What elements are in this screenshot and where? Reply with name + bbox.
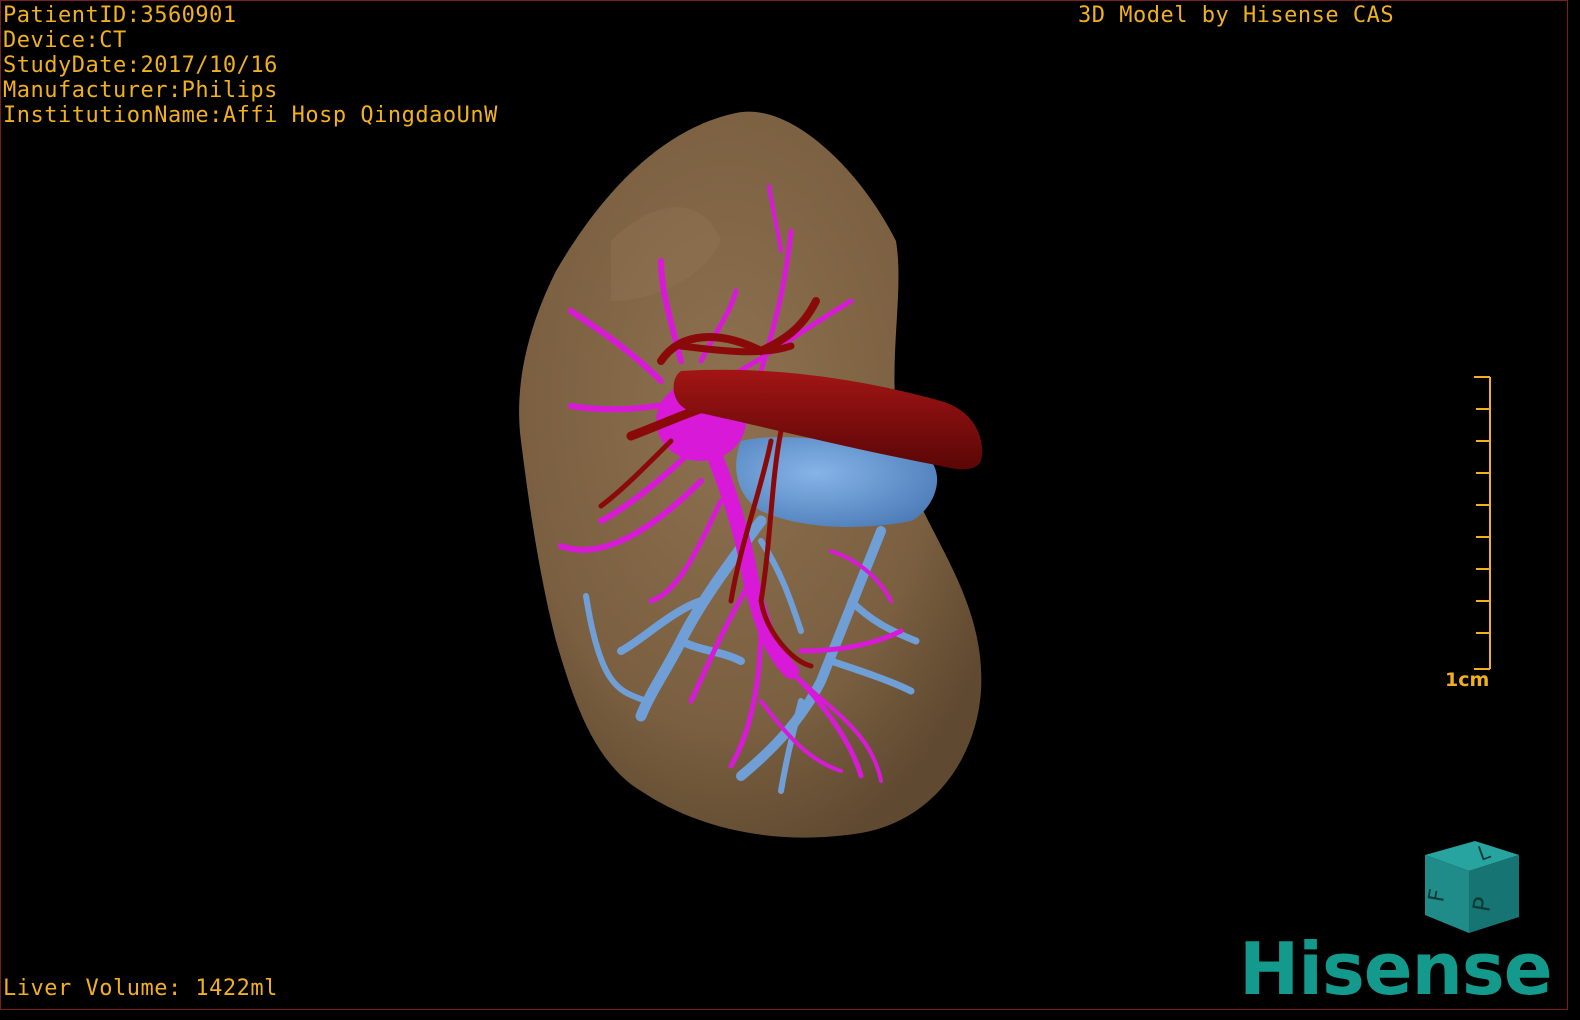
institution-name: InstitutionName:Affi Hosp QingdaoUnW bbox=[3, 103, 498, 128]
liver-volume: Liver Volume: 1422ml bbox=[3, 976, 278, 1001]
liver-3d-model[interactable] bbox=[1, 1, 1568, 1010]
scale-bar-icon bbox=[1474, 376, 1491, 670]
hisense-logo: Hisense bbox=[1239, 927, 1553, 1010]
device: Device:CT bbox=[3, 28, 127, 53]
dicom-info-panel: PatientID:3560901 Device:CT StudyDate:2017… bbox=[3, 3, 498, 128]
3d-viewport[interactable]: PatientID:3560901 Device:CT StudyDate:2017… bbox=[0, 0, 1568, 1010]
patient-id: PatientID:3560901 bbox=[3, 3, 237, 28]
study-date: StudyDate:2017/10/16 bbox=[3, 53, 278, 78]
scale-bar-label: 1cm bbox=[1445, 669, 1490, 691]
model-title: 3D Model by Hisense CAS bbox=[1078, 3, 1395, 28]
manufacturer: Manufacturer:Philips bbox=[3, 78, 278, 103]
